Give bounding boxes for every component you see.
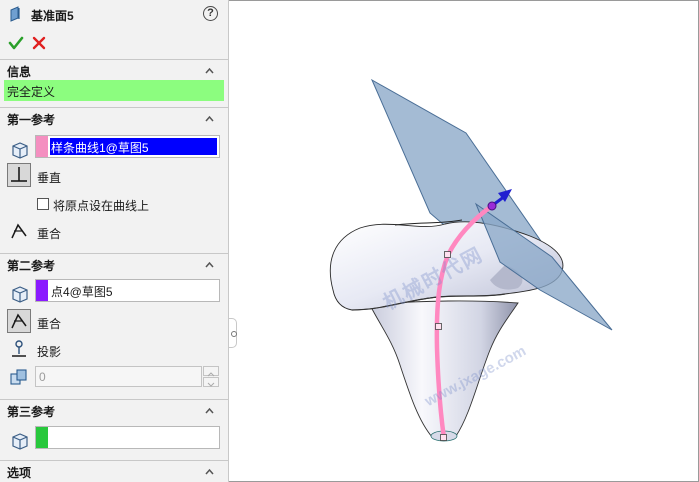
distance-input[interactable]: 0 bbox=[35, 366, 202, 387]
chevron-up-icon[interactable] bbox=[205, 66, 214, 75]
plane-feature-icon bbox=[10, 6, 20, 22]
chevron-up-icon[interactable] bbox=[205, 114, 214, 123]
coincident-button-first[interactable] bbox=[7, 219, 31, 243]
chevron-up-icon[interactable] bbox=[205, 406, 214, 415]
section-label-second-reference: 第二参考 bbox=[7, 259, 56, 273]
section-header-second-reference[interactable]: 第二参考 bbox=[0, 253, 228, 273]
section-label-first-reference: 第一参考 bbox=[7, 113, 56, 127]
offset-distance-icon bbox=[10, 369, 27, 385]
status-text: 完全定义 bbox=[7, 85, 56, 99]
spline-point-bottom[interactable] bbox=[440, 434, 447, 441]
first-reference-color-swatch bbox=[36, 136, 48, 157]
section-label-options: 选项 bbox=[7, 466, 32, 480]
coincident-button-second[interactable] bbox=[7, 309, 31, 333]
help-icon[interactable]: ? bbox=[203, 6, 218, 21]
project-icon bbox=[12, 340, 26, 357]
perpendicular-icon bbox=[11, 167, 27, 182]
reference-cube-icon bbox=[12, 433, 28, 450]
set-origin-on-curve-checkbox[interactable] bbox=[37, 198, 49, 210]
spline-point-middle[interactable] bbox=[435, 323, 442, 330]
section-header-third-reference[interactable]: 第三参考 bbox=[0, 399, 228, 419]
distance-value: 0 bbox=[39, 370, 46, 384]
panel-splitter-handle[interactable] bbox=[228, 318, 237, 348]
reference-cube-icon bbox=[12, 286, 28, 303]
spin-down-button[interactable] bbox=[203, 377, 219, 387]
reference-cube-icon bbox=[12, 142, 28, 159]
distance-icon-button[interactable] bbox=[7, 365, 31, 389]
second-reference-field[interactable]: 点4@草图5 bbox=[35, 279, 220, 302]
perpendicular-button[interactable] bbox=[7, 163, 31, 187]
panel-title: 基准面5 bbox=[31, 9, 74, 23]
reference-point-4[interactable] bbox=[487, 201, 497, 211]
panel-titlebar: 基准面5 ? bbox=[0, 0, 228, 30]
section-header-options[interactable]: 选项 bbox=[0, 460, 228, 480]
chevron-up-icon[interactable] bbox=[205, 467, 214, 476]
graphics-viewport[interactable]: 机械时代网 www.jxage.com bbox=[237, 0, 699, 482]
chevron-up-icon[interactable] bbox=[205, 260, 214, 269]
coincident-label-second: 重合 bbox=[37, 317, 62, 331]
project-button[interactable] bbox=[7, 337, 31, 361]
section-label-info: 信息 bbox=[7, 65, 32, 79]
coincident-label-first: 重合 bbox=[37, 227, 62, 241]
perpendicular-label: 垂直 bbox=[37, 171, 62, 185]
coincident-icon bbox=[11, 223, 27, 239]
section-header-info[interactable]: 信息 bbox=[0, 59, 228, 79]
third-reference-color-swatch bbox=[36, 427, 48, 448]
section-label-third-reference: 第三参考 bbox=[7, 405, 56, 419]
set-origin-on-curve-label: 将原点设在曲线上 bbox=[53, 199, 150, 213]
first-reference-selection[interactable]: 样条曲线1@草图5 bbox=[49, 137, 218, 156]
spin-down-icon bbox=[207, 382, 215, 387]
property-manager-panel: 基准面5 ? 信息 完全定义 第一参考 样条曲线1@草图5 垂直 将原点设在曲线… bbox=[0, 0, 229, 482]
status-box: 完全定义 bbox=[4, 80, 224, 101]
coincident-icon bbox=[11, 313, 27, 329]
section-header-first-reference[interactable]: 第一参考 bbox=[0, 107, 228, 127]
second-reference-selection[interactable]: 点4@草图5 bbox=[51, 283, 113, 300]
ok-check-icon[interactable] bbox=[8, 35, 24, 51]
cancel-x-icon[interactable] bbox=[31, 35, 47, 51]
spin-up-button[interactable] bbox=[203, 366, 219, 377]
project-label: 投影 bbox=[37, 345, 62, 359]
third-reference-field[interactable] bbox=[35, 426, 220, 449]
first-reference-field[interactable]: 样条曲线1@草图5 bbox=[35, 135, 220, 158]
second-reference-color-swatch bbox=[36, 280, 48, 301]
